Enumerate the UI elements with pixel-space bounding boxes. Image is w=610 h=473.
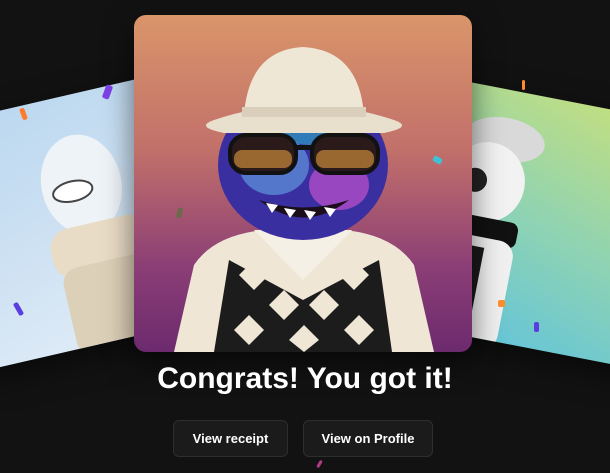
congrats-heading: Congrats! You got it! [157,362,453,395]
confetti-piece [534,322,539,332]
view-on-profile-button[interactable]: View on Profile [303,420,433,457]
monster-character-art [174,47,434,352]
view-receipt-button[interactable]: View receipt [173,420,288,457]
nft-reveal-stage: Congrats! You got it! View receipt View … [0,0,610,473]
confetti-piece [316,459,323,469]
confetti-piece [522,80,525,90]
confetti-piece [498,300,505,307]
nft-card-main [134,15,472,352]
